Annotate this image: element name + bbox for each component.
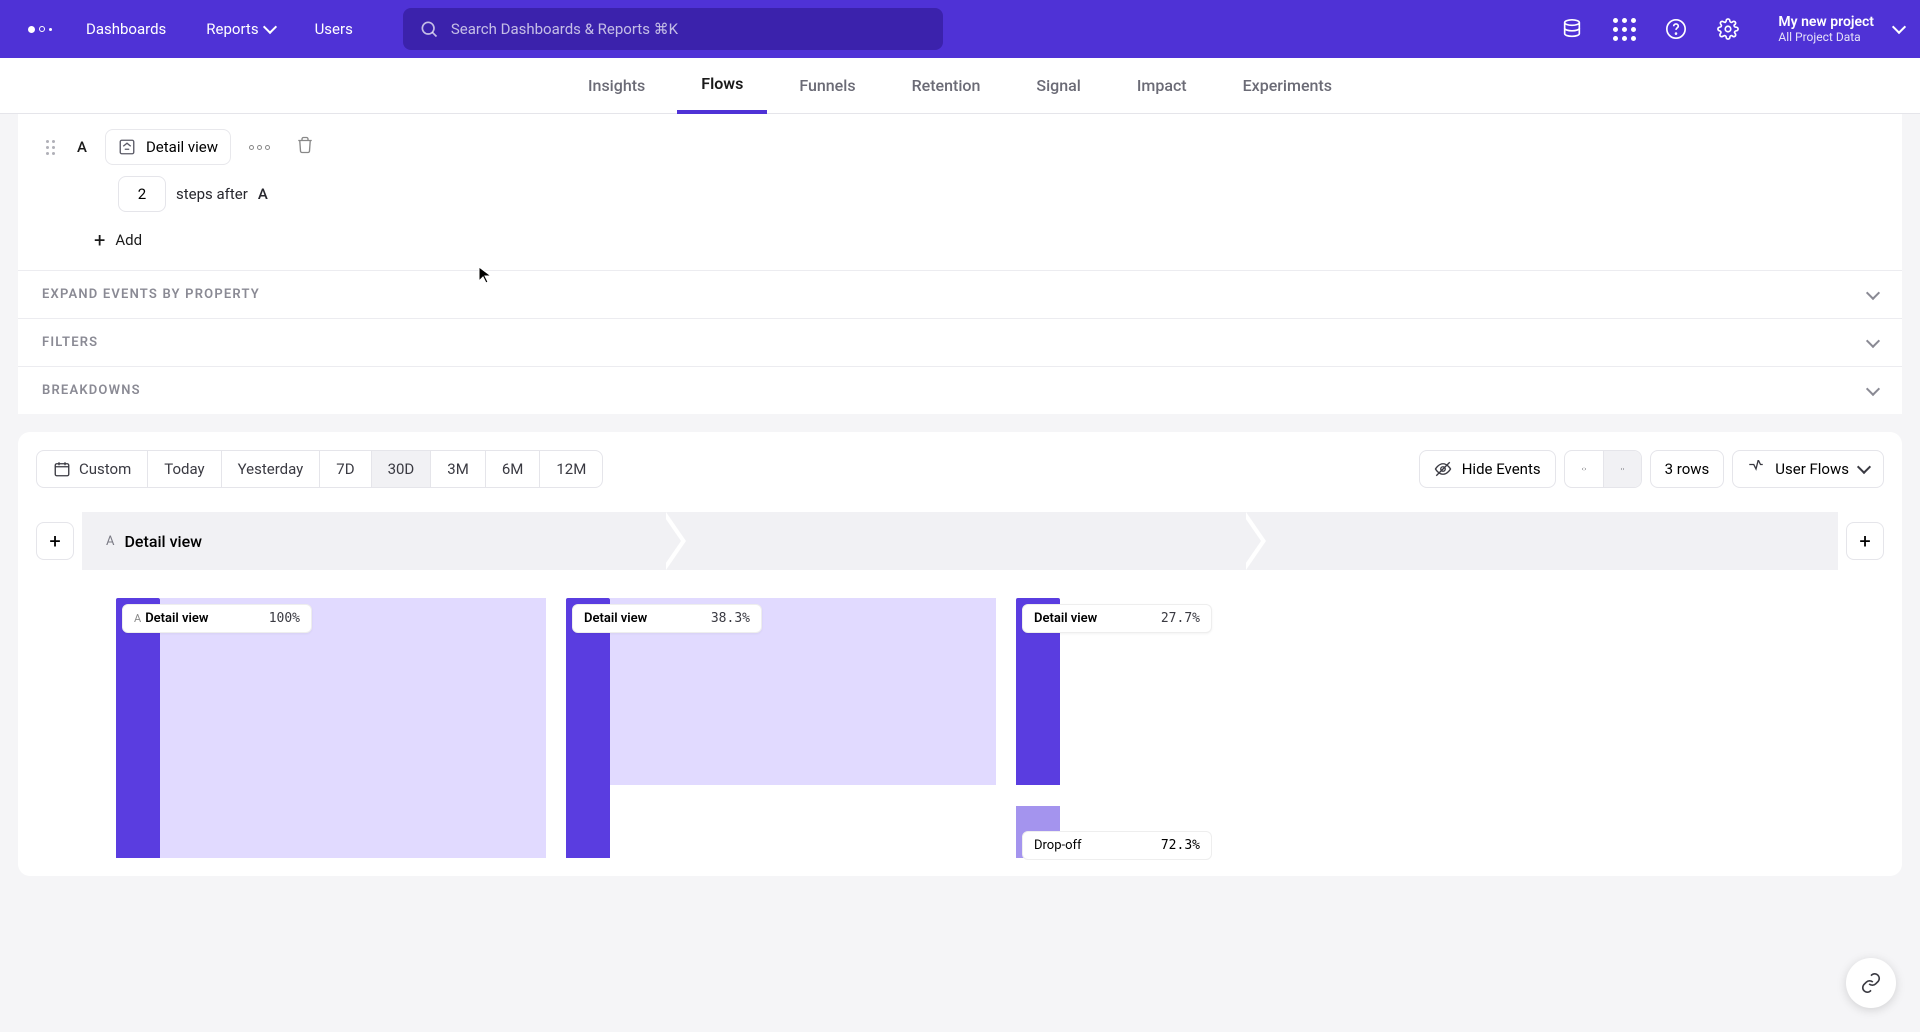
project-name: My new project: [1778, 14, 1874, 30]
flow-banner-1[interactable]: A Detail view: [82, 512, 661, 570]
tab-signal[interactable]: Signal: [1012, 58, 1104, 114]
plus-icon: +: [94, 228, 105, 252]
nav-reports[interactable]: Reports: [188, 10, 292, 48]
app-menu[interactable]: [16, 18, 64, 41]
rows-selector[interactable]: 3 rows: [1650, 450, 1725, 488]
view-selector[interactable]: User Flows: [1732, 450, 1884, 488]
tab-insights[interactable]: Insights: [564, 58, 669, 114]
flow-step-3[interactable]: Detail view 27.7% Drop-off 72.3%: [996, 598, 1446, 858]
help-btn[interactable]: [1654, 7, 1698, 51]
link-fab[interactable]: [1846, 958, 1896, 1008]
flow-step-banners: A Detail view: [82, 512, 1838, 570]
event-chip-label: Detail view: [146, 138, 218, 156]
more-button[interactable]: [241, 137, 278, 158]
event-icon: [118, 138, 136, 156]
flow-step-2[interactable]: Detail view 38.3%: [546, 598, 996, 858]
search-bar[interactable]: [403, 8, 943, 50]
database-icon-btn[interactable]: [1550, 7, 1594, 51]
range-6m[interactable]: 6M: [485, 451, 540, 487]
database-icon: [1561, 18, 1583, 40]
report-tabs: Insights Flows Funnels Retention Signal …: [0, 58, 1920, 114]
link-icon: [1860, 972, 1882, 994]
settings-btn[interactable]: [1706, 7, 1750, 51]
expand-icon: [1620, 460, 1625, 478]
add-step-button[interactable]: + Add: [18, 218, 1902, 270]
help-icon: [1665, 18, 1687, 40]
nav-users[interactable]: Users: [297, 10, 371, 48]
expand-events-label: EXPAND EVENTS BY PROPERTY: [42, 287, 260, 302]
tab-funnels[interactable]: Funnels: [775, 58, 879, 114]
search-icon: [419, 19, 439, 39]
drag-handle[interactable]: [42, 136, 59, 159]
apps-btn[interactable]: [1602, 7, 1646, 51]
range-custom[interactable]: Custom: [37, 451, 147, 487]
collapse-button[interactable]: [1565, 451, 1603, 487]
hide-events-button[interactable]: Hide Events: [1419, 450, 1556, 488]
steps-count-input[interactable]: [118, 176, 166, 212]
chevron-down-icon: [1866, 381, 1880, 395]
add-step-after[interactable]: +: [1846, 522, 1884, 560]
apps-grid-icon: [1613, 18, 1636, 41]
chevron-down-icon: [1857, 460, 1871, 474]
tab-retention[interactable]: Retention: [888, 58, 1005, 114]
tab-impact[interactable]: Impact: [1113, 58, 1211, 114]
range-today[interactable]: Today: [147, 451, 220, 487]
range-3m[interactable]: 3M: [430, 451, 485, 487]
flow-banner-3[interactable]: [1241, 512, 1838, 570]
project-selector[interactable]: My new project All Project Data: [1758, 14, 1886, 44]
expand-button[interactable]: [1603, 451, 1641, 487]
flow-banner-2[interactable]: [661, 512, 1240, 570]
steps-after-ref: A: [258, 185, 268, 203]
filters-label: FILTERS: [42, 335, 98, 350]
tab-flows[interactable]: Flows: [677, 58, 767, 114]
breakdowns-section[interactable]: BREAKDOWNS: [18, 366, 1902, 414]
chevron-down-icon: [1892, 20, 1906, 34]
delete-button[interactable]: [288, 128, 322, 166]
nav-reports-label: Reports: [206, 20, 258, 38]
range-yesterday[interactable]: Yesterday: [221, 451, 320, 487]
tab-experiments[interactable]: Experiments: [1219, 58, 1356, 114]
calendar-icon: [53, 460, 71, 478]
event-chip[interactable]: Detail view: [105, 129, 231, 165]
project-sub: All Project Data: [1778, 30, 1874, 44]
trash-icon: [296, 136, 314, 154]
flow-step-1[interactable]: ADetail view 100%: [96, 598, 546, 858]
gear-icon: [1717, 18, 1739, 40]
chevron-down-icon: [263, 20, 277, 34]
eye-off-icon: [1434, 460, 1452, 478]
filters-section[interactable]: FILTERS: [18, 318, 1902, 366]
collapse-expand-group: [1564, 450, 1642, 488]
date-range-group: Custom Today Yesterday 7D 30D 3M 6M 12M: [36, 450, 603, 488]
breakdowns-label: BREAKDOWNS: [42, 383, 141, 398]
flow-chart: ADetail view 100% Detail view 38.3% Deta…: [36, 598, 1884, 858]
chevron-down-icon: [1866, 333, 1880, 347]
collapse-icon: [1581, 460, 1587, 478]
range-12m[interactable]: 12M: [539, 451, 602, 487]
search-input[interactable]: [451, 20, 927, 38]
step-letter: A: [69, 138, 95, 156]
flow-icon: [1747, 460, 1765, 478]
range-7d[interactable]: 7D: [319, 451, 370, 487]
add-label: Add: [115, 231, 142, 249]
add-step-before[interactable]: +: [36, 522, 74, 560]
chevron-down-icon: [1866, 285, 1880, 299]
nav-dashboards[interactable]: Dashboards: [68, 10, 184, 48]
steps-after-label: steps after: [176, 185, 248, 203]
range-30d[interactable]: 30D: [371, 451, 431, 487]
expand-events-section[interactable]: EXPAND EVENTS BY PROPERTY: [18, 270, 1902, 318]
